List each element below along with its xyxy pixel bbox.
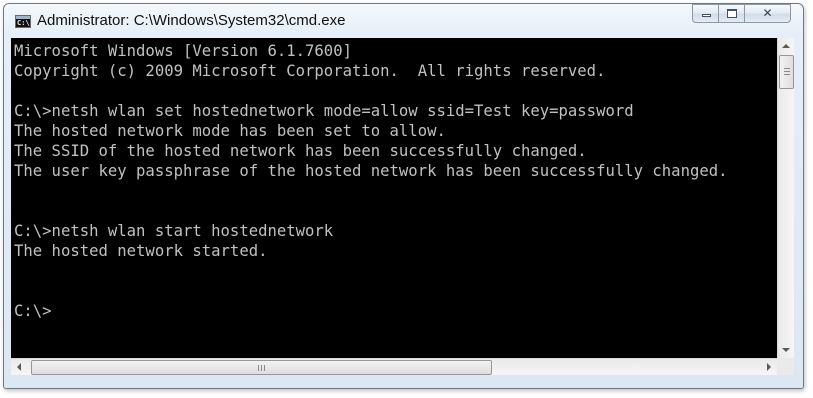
console-lines: Microsoft Windows [Version 6.1.7600] Cop… <box>14 41 728 321</box>
cmd-prompt-icon[interactable]: C:\ <box>15 15 31 28</box>
scrollbar-corner <box>777 358 794 375</box>
maximize-icon <box>727 9 737 18</box>
console-line: C:\>netsh wlan start hostednetwork <box>14 222 334 240</box>
grip-line <box>784 74 790 75</box>
horizontal-scrollbar[interactable] <box>11 358 777 375</box>
title-bar[interactable]: C:\ Administrator: C:\Windows\System32\c… <box>4 4 803 34</box>
console-line: Microsoft Windows [Version 6.1.7600] <box>14 42 352 60</box>
console-output-area[interactable]: Microsoft Windows [Version 6.1.7600] Cop… <box>11 38 777 358</box>
scroll-down-arrow-icon[interactable] <box>782 348 790 352</box>
scroll-up-arrow-icon[interactable] <box>782 44 790 48</box>
cmd-icon-text: C:\ <box>17 19 30 27</box>
grip-line <box>258 365 259 371</box>
console-line: C:\>netsh wlan set hostednetwork mode=al… <box>14 102 634 120</box>
console-line: The SSID of the hosted network has been … <box>14 142 587 160</box>
maximize-button[interactable] <box>718 4 745 23</box>
close-icon: ✕ <box>762 6 773 20</box>
scroll-right-arrow-icon[interactable] <box>767 363 771 371</box>
grip-line <box>264 365 265 371</box>
vertical-scrollbar[interactable] <box>777 38 794 358</box>
console-line: The user key passphrase of the hosted ne… <box>14 162 728 180</box>
minimize-icon <box>702 14 711 17</box>
command-prompt-line[interactable]: C:\> <box>14 301 728 321</box>
console-line: The hosted network mode has been set to … <box>14 122 446 140</box>
scroll-left-arrow-icon[interactable] <box>17 363 21 371</box>
console-line: The hosted network started. <box>14 242 268 260</box>
horizontal-scroll-thumb[interactable] <box>31 360 492 375</box>
vertical-scroll-thumb[interactable] <box>779 55 794 89</box>
grip-line <box>784 71 790 72</box>
close-button[interactable]: ✕ <box>744 4 791 23</box>
grip-line <box>784 68 790 69</box>
cmd-window: C:\ Administrator: C:\Windows\System32\c… <box>3 3 804 389</box>
minimize-button[interactable] <box>692 4 719 23</box>
window-title: Administrator: C:\Windows\System32\cmd.e… <box>37 12 346 29</box>
console-line: Copyright (c) 2009 Microsoft Corporation… <box>14 62 606 80</box>
grip-line <box>261 365 262 371</box>
